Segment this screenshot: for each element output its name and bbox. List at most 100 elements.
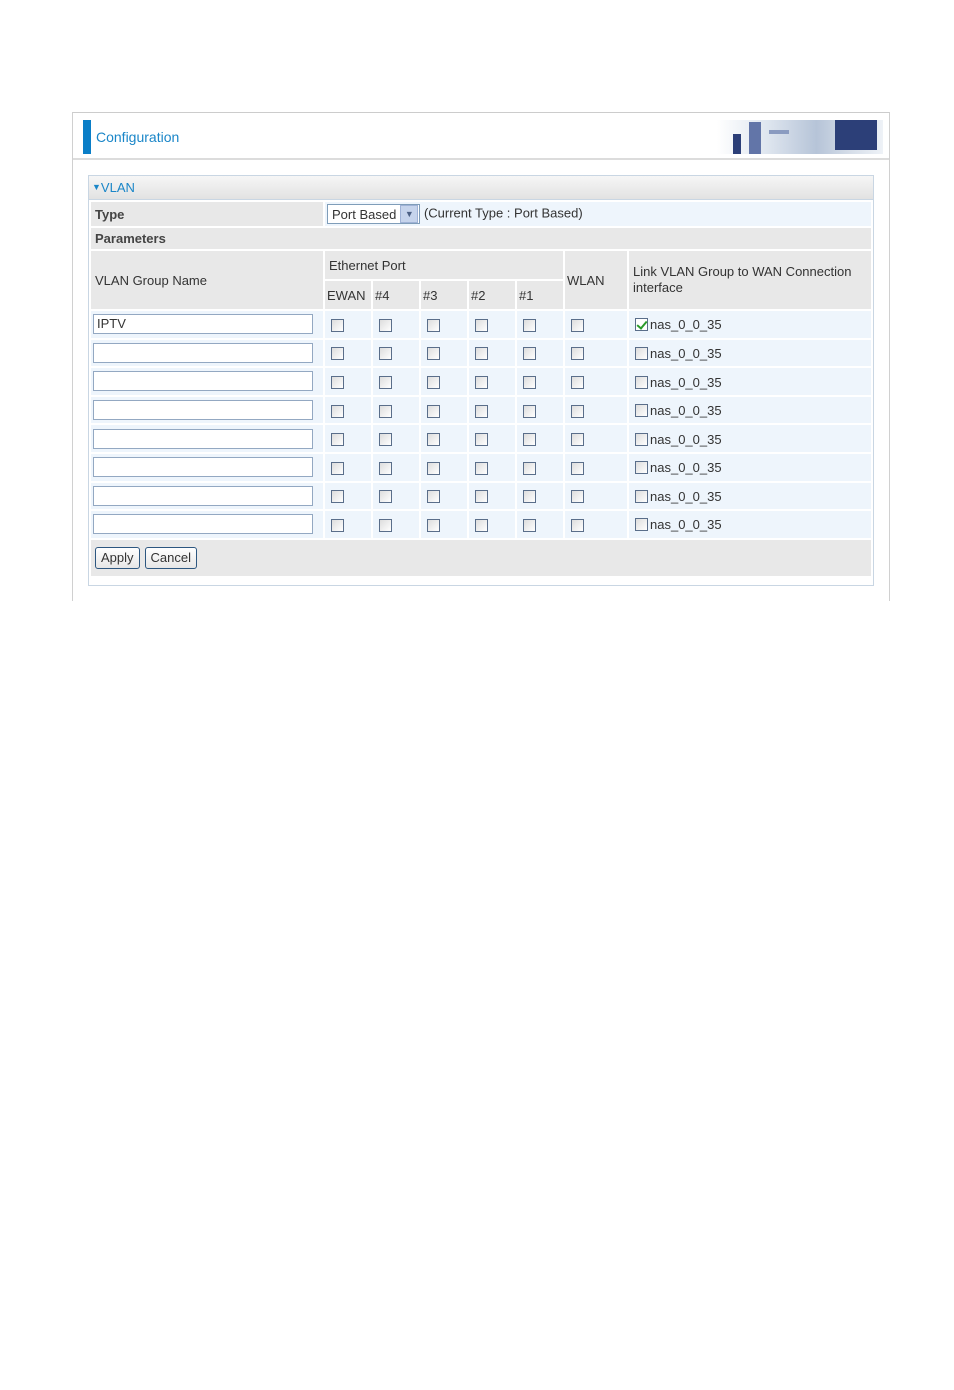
port-checkbox[interactable] <box>475 318 488 332</box>
port-checkbox[interactable] <box>379 490 392 504</box>
link-wan-checkbox[interactable] <box>635 461 648 475</box>
port-checkbox[interactable] <box>475 376 488 390</box>
port-checkbox[interactable] <box>427 318 440 332</box>
port-checkbox[interactable] <box>427 490 440 504</box>
port-checkbox[interactable] <box>523 404 536 418</box>
port-checkbox[interactable] <box>427 404 440 418</box>
wan-interface-label: nas_0_0_35 <box>650 488 722 504</box>
port-checkbox[interactable] <box>379 461 392 475</box>
port-checkbox[interactable] <box>523 318 536 332</box>
table-row: nas_0_0_35 <box>91 453 871 481</box>
port-checkbox[interactable] <box>475 433 488 447</box>
section-title: VLAN <box>100 180 135 195</box>
col-port: #4 <box>373 281 419 309</box>
type-select-value: Port Based <box>332 206 397 222</box>
link-wan-checkbox[interactable] <box>635 318 648 332</box>
wlan-checkbox[interactable] <box>571 433 584 447</box>
port-checkbox[interactable] <box>523 518 536 532</box>
col-ethernet-port: Ethernet Port <box>325 251 563 279</box>
port-checkbox[interactable] <box>331 404 344 418</box>
port-checkbox[interactable] <box>523 461 536 475</box>
port-checkbox[interactable] <box>379 518 392 532</box>
wlan-checkbox[interactable] <box>571 404 584 418</box>
port-checkbox[interactable] <box>379 376 392 390</box>
wlan-checkbox[interactable] <box>571 518 584 532</box>
accent-bar <box>83 120 91 154</box>
current-type-text: (Current Type : Port Based) <box>423 205 583 221</box>
col-link-wan: Link VLAN Group to WAN Connection interf… <box>629 251 871 309</box>
vlan-group-name-input[interactable] <box>93 371 313 392</box>
port-checkbox[interactable] <box>331 490 344 504</box>
vlan-group-name-input[interactable] <box>93 342 313 363</box>
page-title: Configuration <box>96 129 180 145</box>
wan-interface-label: nas_0_0_35 <box>650 374 722 390</box>
col-vlan-group-name: VLAN Group Name <box>91 251 323 309</box>
port-checkbox[interactable] <box>427 376 440 390</box>
vlan-group-name-input[interactable]: IPTV <box>93 314 313 335</box>
col-wlan: WLAN <box>565 251 627 309</box>
link-wan-checkbox[interactable] <box>635 404 648 418</box>
vlan-group-name-input[interactable] <box>93 485 313 506</box>
port-checkbox[interactable] <box>331 461 344 475</box>
port-checkbox[interactable] <box>523 433 536 447</box>
port-checkbox[interactable] <box>331 433 344 447</box>
table-row: IPTV nas_0_0_35 <box>91 311 871 338</box>
wlan-checkbox[interactable] <box>571 347 584 361</box>
port-checkbox[interactable] <box>475 461 488 475</box>
wan-interface-label: nas_0_0_35 <box>650 317 722 333</box>
port-checkbox[interactable] <box>379 404 392 418</box>
port-checkbox[interactable] <box>379 318 392 332</box>
port-checkbox[interactable] <box>331 318 344 332</box>
configuration-panel: Configuration ▼VLAN Type Port Based ▼ (Cu… <box>72 112 890 601</box>
port-checkbox[interactable] <box>427 461 440 475</box>
port-checkbox[interactable] <box>475 404 488 418</box>
port-checkbox[interactable] <box>523 490 536 504</box>
port-checkbox[interactable] <box>427 347 440 361</box>
port-checkbox[interactable] <box>475 490 488 504</box>
col-port: #3 <box>421 281 467 309</box>
table-row: nas_0_0_35 <box>91 511 871 538</box>
port-checkbox[interactable] <box>331 376 344 390</box>
vlan-section: ▼VLAN Type Port Based ▼ (Current Type : P… <box>88 175 874 586</box>
port-checkbox[interactable] <box>331 518 344 532</box>
port-checkbox[interactable] <box>427 433 440 447</box>
vlan-group-name-value: IPTV <box>97 316 126 332</box>
link-wan-checkbox[interactable] <box>635 375 648 389</box>
port-checkbox[interactable] <box>427 518 440 532</box>
vlan-group-name-input[interactable] <box>93 514 313 535</box>
vlan-section-header[interactable]: ▼VLAN <box>89 176 873 200</box>
triangle-down-icon: ▼ <box>92 182 101 192</box>
wan-interface-label: nas_0_0_35 <box>650 460 722 476</box>
port-checkbox[interactable] <box>331 347 344 361</box>
parameters-label: Parameters <box>91 228 871 249</box>
port-checkbox[interactable] <box>475 518 488 532</box>
wan-interface-label: nas_0_0_35 <box>650 517 722 533</box>
cancel-button[interactable]: Cancel <box>144 546 197 569</box>
port-checkbox[interactable] <box>475 347 488 361</box>
link-wan-checkbox[interactable] <box>635 489 648 503</box>
col-port: #1 <box>517 281 563 309</box>
table-row: nas_0_0_35 <box>91 339 871 367</box>
port-checkbox[interactable] <box>379 347 392 361</box>
chevron-down-icon: ▼ <box>400 205 419 223</box>
port-checkbox[interactable] <box>523 376 536 390</box>
apply-button[interactable]: Apply <box>95 546 140 569</box>
wlan-checkbox[interactable] <box>571 490 584 504</box>
type-select[interactable]: Port Based ▼ <box>327 204 421 224</box>
wlan-checkbox[interactable] <box>571 461 584 475</box>
type-label: Type <box>91 202 323 226</box>
table-row: nas_0_0_35 <box>91 396 871 424</box>
vlan-group-name-input[interactable] <box>93 400 313 421</box>
panel-header: Configuration <box>73 113 889 160</box>
vlan-group-name-input[interactable] <box>93 457 313 478</box>
link-wan-checkbox[interactable] <box>635 346 648 360</box>
wlan-checkbox[interactable] <box>571 318 584 332</box>
vlan-group-name-input[interactable] <box>93 428 313 449</box>
link-wan-checkbox[interactable] <box>635 432 648 446</box>
port-checkbox[interactable] <box>379 433 392 447</box>
port-checkbox[interactable] <box>523 347 536 361</box>
table-row: nas_0_0_35 <box>91 482 871 510</box>
wlan-checkbox[interactable] <box>571 376 584 390</box>
link-wan-checkbox[interactable] <box>635 518 648 532</box>
wan-interface-label: nas_0_0_35 <box>650 403 722 419</box>
